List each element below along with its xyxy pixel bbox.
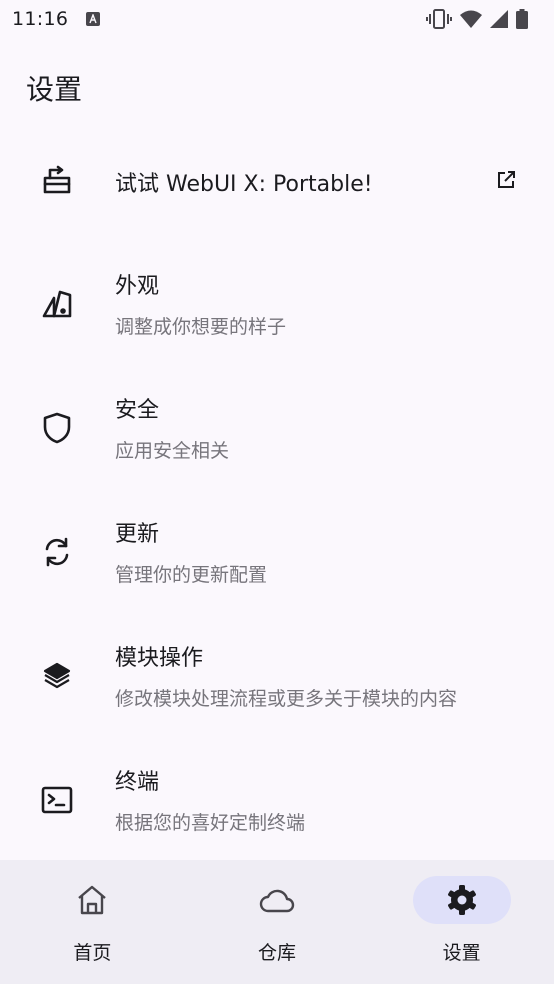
cloud-icon [228, 876, 326, 924]
palette-shapes-icon [40, 288, 74, 320]
battery-icon [516, 9, 528, 29]
settings-item-appearance[interactable]: 外观 调整成你想要的样子 [0, 242, 554, 366]
settings-item-text: 更新 管理你的更新配置 [115, 516, 267, 587]
nav-label-repository: 仓库 [258, 942, 297, 964]
settings-item-title: 外观 [115, 274, 160, 299]
nav-item-settings[interactable]: 设置 [369, 860, 554, 984]
settings-item-text: 终端 根据您的喜好定制终端 [115, 764, 305, 835]
settings-item-subtitle: 应用安全相关 [115, 440, 230, 462]
nav-item-home[interactable]: 首页 [0, 860, 185, 984]
refresh-icon [40, 536, 74, 568]
wifi-icon [460, 10, 482, 28]
settings-item-subtitle: 修改模块处理流程或更多关于模块的内容 [115, 688, 458, 710]
settings-list: 试试 WebUI X: Portable! 外观 调整成你想要的样子 安全 应用… [0, 118, 554, 862]
settings-item-title: 更新 [115, 522, 160, 547]
signal-icon [490, 10, 508, 28]
a-badge-icon [86, 12, 101, 26]
settings-item-text: 外观 调整成你想要的样子 [115, 268, 286, 339]
nav-label-home: 首页 [73, 942, 112, 964]
status-time: 11:16 [12, 8, 69, 30]
settings-item-module-actions[interactable]: 模块操作 修改模块处理流程或更多关于模块的内容 [0, 614, 554, 738]
settings-item-terminal[interactable]: 终端 根据您的喜好定制终端 [0, 738, 554, 862]
nav-item-repository[interactable]: 仓库 [185, 860, 370, 984]
settings-item-update[interactable]: 更新 管理你的更新配置 [0, 490, 554, 614]
status-right [426, 9, 528, 29]
status-bar: 11:16 [0, 0, 554, 38]
settings-item-text: 试试 WebUI X: Portable! [115, 166, 373, 198]
shield-icon [40, 412, 74, 444]
nav-label-settings: 设置 [442, 942, 481, 964]
gear-icon [412, 876, 511, 924]
settings-item-subtitle: 根据您的喜好定制终端 [115, 812, 306, 834]
settings-item-text: 模块操作 修改模块处理流程或更多关于模块的内容 [115, 640, 457, 711]
layers-icon [40, 660, 74, 692]
home-icon [43, 876, 141, 924]
external-link-icon [497, 171, 515, 193]
vibrate-icon [426, 9, 452, 29]
bottom-nav: 首页 仓库 设置 [0, 860, 554, 984]
settings-item-text: 安全 应用安全相关 [115, 392, 229, 463]
settings-item-title: 模块操作 [115, 646, 204, 671]
tray-arrow-icon [40, 164, 74, 196]
terminal-icon [40, 784, 74, 816]
settings-item-title: 试试 WebUI X: Portable! [115, 172, 373, 197]
settings-item-subtitle: 管理你的更新配置 [115, 564, 268, 586]
settings-item-security[interactable]: 安全 应用安全相关 [0, 366, 554, 490]
settings-item-title: 安全 [115, 398, 160, 423]
settings-item-subtitle: 调整成你想要的样子 [115, 316, 287, 338]
settings-item-title: 终端 [115, 770, 160, 795]
settings-item-try-webui[interactable]: 试试 WebUI X: Portable! [0, 118, 554, 242]
page-title: 设置 [26, 73, 83, 106]
status-left: 11:16 [12, 8, 101, 30]
